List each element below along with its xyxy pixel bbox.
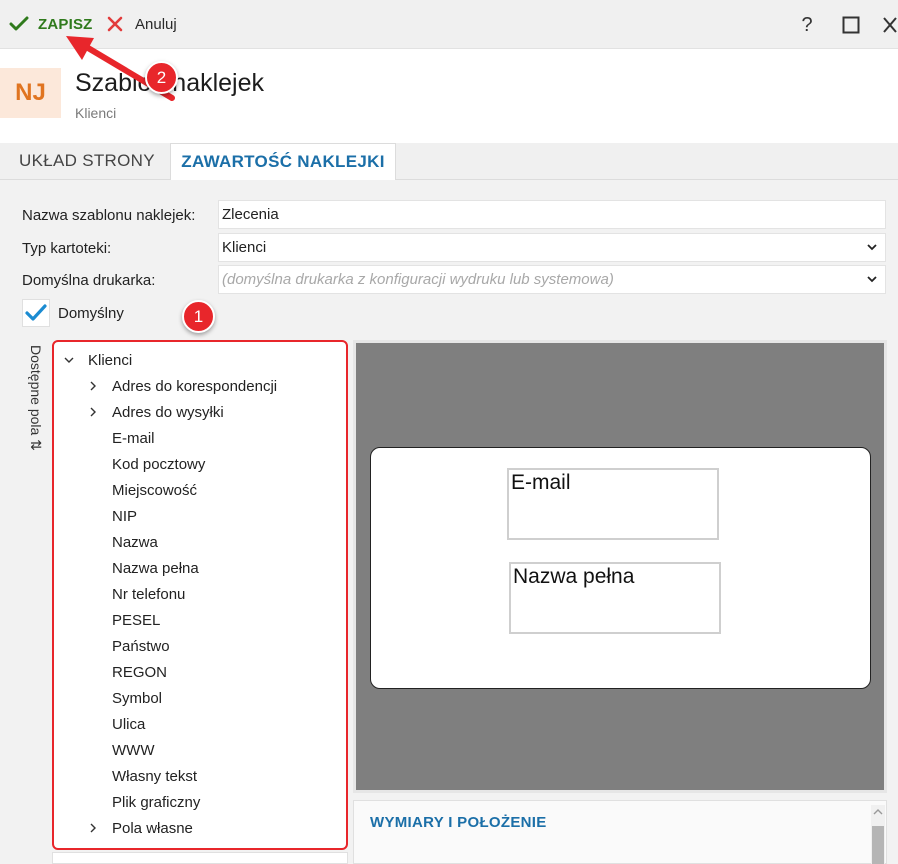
checkmark-icon (25, 304, 47, 321)
lower-panel (52, 852, 348, 864)
chevron-down-icon (867, 276, 877, 283)
tab-sticker-content[interactable]: ZAWARTOŚĆ NAKLEJKI (170, 143, 396, 180)
tree-item-label: Plik graficzny (112, 793, 201, 811)
tree-item-label: Nazwa pełna (112, 559, 199, 577)
tree-item-label: Miejscowość (112, 481, 198, 499)
tree-item[interactable]: Własny tekst (88, 766, 197, 786)
template-name-input[interactable]: Zlecenia (218, 200, 886, 229)
sticker-field-full-name[interactable]: Nazwa pełna (509, 562, 721, 634)
tree-item-label: Symbol (112, 689, 163, 707)
tree-item-label: PESEL (112, 611, 161, 629)
tree-item-label: Kod pocztowy (112, 455, 206, 473)
chevron-down-icon (64, 357, 74, 363)
default-checkbox-label: Domyślny (58, 305, 124, 322)
tree-root[interactable]: Klienci (62, 350, 132, 370)
close-window-icon (883, 17, 897, 33)
help-button[interactable]: ? (794, 12, 820, 38)
tree-item-label: E-mail (112, 429, 155, 447)
maximize-icon (842, 16, 860, 34)
printer-label: Domyślna drukarka: (22, 272, 156, 289)
checkmark-icon (9, 16, 29, 31)
tree-item[interactable]: Plik graficzny (88, 792, 200, 812)
chevron-right-icon (90, 407, 96, 417)
default-checkbox[interactable] (22, 299, 50, 327)
sticker-field-full-name-label: Nazwa pełna (513, 565, 635, 588)
scroll-up-icon (873, 809, 883, 815)
available-fields-label: Dostępne pola ⇅ (28, 345, 44, 451)
tree-item[interactable]: E-mail (88, 428, 155, 448)
tree-item[interactable]: Pola własne (88, 818, 193, 838)
tree-item[interactable]: Adres do wysyłki (88, 402, 224, 422)
tree-item-label: Nazwa (112, 533, 158, 551)
tree-item[interactable]: Symbol (88, 688, 162, 708)
dimensions-panel-title[interactable]: WYMIARY I POŁOŻENIE (370, 814, 547, 831)
tab-page-layout[interactable]: UKŁAD STRONY (19, 143, 155, 179)
sticker-field-email[interactable]: E-mail (507, 468, 719, 540)
tree-item[interactable]: Nazwa pełna (88, 558, 199, 578)
tree-root-label: Klienci (88, 351, 133, 369)
close-window-button[interactable] (880, 12, 898, 38)
tree-item[interactable]: NIP (88, 506, 137, 526)
annotation-badge-2: 2 (145, 61, 178, 94)
chevron-right-icon (90, 823, 96, 833)
tree-item[interactable]: Państwo (88, 636, 170, 656)
dimensions-panel (353, 800, 887, 864)
sticker-field-email-label: E-mail (511, 471, 571, 494)
fields-tree: Klienci Adres do korespondencji Adres do … (52, 340, 348, 850)
tree-item-label: Nr telefonu (112, 585, 186, 603)
maximize-button[interactable] (838, 12, 864, 38)
tree-item-label: REGON (112, 663, 168, 681)
printer-placeholder: (domyślna drukarka z konfiguracji wydruk… (222, 271, 614, 288)
tree-item-label: Państwo (112, 637, 170, 655)
template-name-label: Nazwa szablonu naklejek: (22, 207, 196, 224)
tree-item-label: Ulica (112, 715, 146, 733)
tree-item[interactable]: WWW (88, 740, 154, 760)
available-fields-toggle[interactable]: Dostępne pola ⇅ (24, 345, 46, 465)
chevron-right-icon (90, 381, 96, 391)
template-name-value: Zlecenia (222, 206, 279, 223)
printer-select[interactable]: (domyślna drukarka z konfiguracji wydruk… (218, 265, 886, 294)
tree-item[interactable]: Nazwa (88, 532, 158, 552)
tree-item-label: Pola własne (112, 819, 193, 837)
tree-item-label: WWW (112, 741, 155, 759)
tree-item-label: Własny tekst (112, 767, 198, 785)
annotation-badge-1: 1 (182, 300, 215, 333)
chevron-down-icon (867, 244, 877, 251)
avatar: NJ (0, 68, 61, 118)
type-select[interactable]: Klienci (218, 233, 886, 262)
type-value: Klienci (222, 239, 267, 256)
tree-item-label: Adres do wysyłki (112, 403, 224, 421)
tree-item[interactable]: Adres do korespondencji (88, 376, 277, 396)
tree-item[interactable]: Ulica (88, 714, 145, 734)
tree-item[interactable]: Miejscowość (88, 480, 197, 500)
help-icon: ? (801, 13, 813, 36)
type-label: Typ kartoteki: (22, 240, 112, 257)
annotation-arrow-icon (66, 36, 175, 101)
tree-item-label: Adres do korespondencji (112, 377, 278, 395)
tree-item[interactable]: PESEL (88, 610, 160, 630)
tree-item[interactable]: Nr telefonu (88, 584, 185, 604)
scrollbar-thumb[interactable] (872, 826, 884, 864)
tree-item[interactable]: REGON (88, 662, 167, 682)
tree-item[interactable]: Kod pocztowy (88, 454, 205, 474)
tree-item-label: NIP (112, 507, 138, 525)
